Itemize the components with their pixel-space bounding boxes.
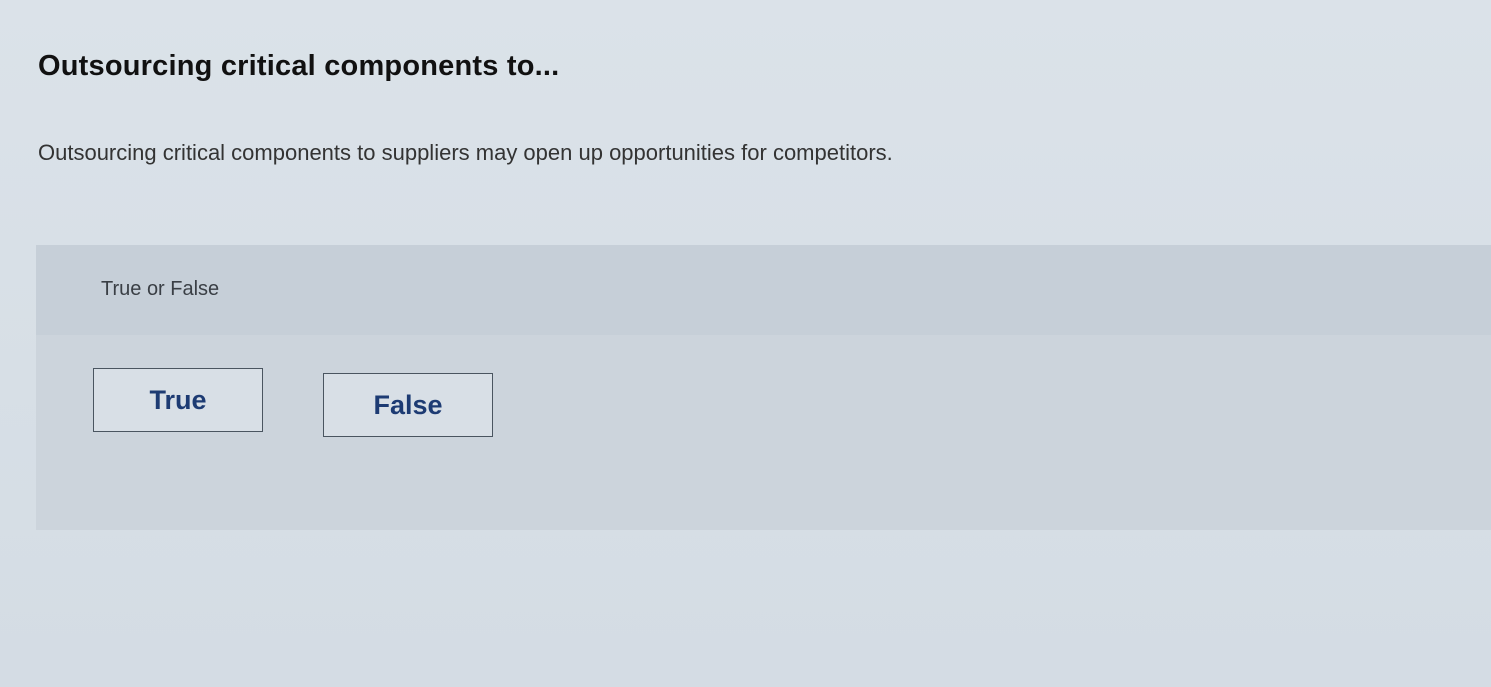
false-button[interactable]: False: [323, 373, 493, 437]
question-page: Outsourcing critical components to... Ou…: [0, 0, 1491, 687]
question-title: Outsourcing critical components to...: [38, 50, 560, 82]
true-false-prompt: True or False: [101, 278, 220, 300]
answer-panel-header: True or False: [36, 245, 1491, 335]
answer-panel: True or False True False: [36, 245, 1491, 530]
true-button[interactable]: True: [93, 368, 263, 432]
question-text: Outsourcing critical components to suppl…: [38, 140, 893, 165]
